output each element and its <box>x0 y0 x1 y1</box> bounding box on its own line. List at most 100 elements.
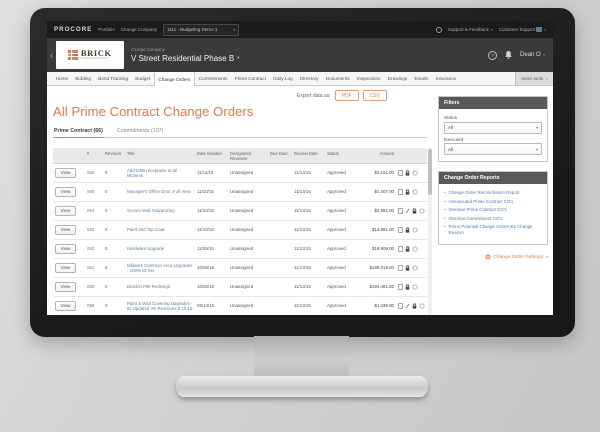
filters-panel-title: Filters <box>439 97 547 109</box>
tab-documents[interactable]: Documents <box>322 72 353 85</box>
co-number: 065 <box>87 189 95 195</box>
screen: PROCORE Portfolio Change Company 1111 - … <box>47 21 553 315</box>
attachment-icon[interactable] <box>405 208 410 214</box>
support-feedback-menu[interactable]: Support & Feedback ▾ <box>448 27 493 32</box>
gear-icon[interactable] <box>412 170 418 176</box>
co-title-link[interactable]: Millwork Common Area Upgrades - 100% ID … <box>125 261 195 276</box>
amount: $13,881.00 <box>372 227 394 233</box>
table-row: View 064 0 Screen Wall Galvanizing 11/10/15 U… <box>53 202 427 222</box>
help-icon[interactable]: ? <box>488 50 498 60</box>
page-tab-0[interactable]: Prime Contract (66) <box>53 126 104 138</box>
column-header: Revision <box>105 150 122 156</box>
tab-inspections[interactable]: Inspections <box>353 72 384 85</box>
document-icon[interactable] <box>398 284 403 290</box>
tab-drawings[interactable]: Drawings <box>384 72 411 85</box>
project-selector-dropdown[interactable]: 1111 - Budgeting Demo 1 ▾ <box>163 23 240 36</box>
co-title-link[interactable]: Screen Wall Galvanizing <box>125 206 195 215</box>
change-company-label[interactable]: Change Company <box>131 47 239 52</box>
co-title-link[interactable]: Paint & Wall Covering Upgrades - ID Upda… <box>125 299 195 314</box>
lock-icon <box>405 189 410 195</box>
gear-icon[interactable] <box>412 189 418 195</box>
report-link[interactable]: Overdue Commitment CO's <box>449 216 503 222</box>
document-icon[interactable] <box>398 303 403 309</box>
review-date: 11/13/15 <box>294 284 311 290</box>
co-revision: 0 <box>105 265 108 271</box>
tab-directory[interactable]: Directory <box>296 72 322 85</box>
more-tools-menu[interactable]: more tools ▾ <box>515 72 553 85</box>
tab-budget[interactable]: Budget <box>132 72 154 85</box>
co-title-link[interactable]: Hardware Upgrade <box>125 244 195 253</box>
export-label: Export data as: <box>297 92 331 99</box>
back-chevron-icon[interactable]: ‹ <box>50 50 53 60</box>
co-number: 064 <box>87 208 95 214</box>
gear-icon[interactable] <box>412 227 418 233</box>
gear-icon[interactable] <box>412 265 418 271</box>
view-button[interactable]: View <box>55 301 76 311</box>
view-button[interactable]: View <box>55 168 76 178</box>
view-button[interactable]: View <box>55 206 76 216</box>
tab-commitments[interactable]: Commitments <box>195 72 231 85</box>
tab-insurance[interactable]: Insurance <box>432 72 460 85</box>
co-title-link[interactable]: Manager's Office Door, Full View <box>125 187 195 196</box>
report-link[interactable]: Prime Potential Change Orders By Change … <box>449 224 542 235</box>
status: Approved <box>327 284 346 290</box>
tab-prime-contract[interactable]: Prime Contract <box>231 72 269 85</box>
customer-support-menu[interactable]: Customer Support ▾ <box>499 27 546 32</box>
tab-home[interactable]: Home <box>52 72 72 85</box>
co-title-link[interactable]: Bracket Pile Redesign <box>125 282 195 291</box>
due-date <box>268 190 292 194</box>
procore-logo: PROCORE <box>54 26 93 33</box>
gear-icon[interactable] <box>419 208 425 214</box>
view-button[interactable]: View <box>55 225 76 235</box>
review-date: 11/13/15 <box>294 170 311 176</box>
table-scrollbar[interactable] <box>428 148 432 315</box>
document-icon[interactable] <box>398 265 403 271</box>
user-menu[interactable]: Dean O ▾ <box>520 52 545 58</box>
designated-reviewer: Unassigned <box>230 227 254 233</box>
flag-badge-icon <box>536 27 543 32</box>
view-button[interactable]: View <box>55 282 76 292</box>
view-button[interactable]: View <box>55 263 76 273</box>
project-name-dropdown[interactable]: V Street Residential Phase B ▾ <box>131 54 239 63</box>
tab-bidding[interactable]: Bidding <box>72 72 95 85</box>
view-button[interactable]: View <box>55 187 76 197</box>
nav-change-company[interactable]: Change Company <box>121 27 157 32</box>
co-title-link[interactable]: Add USB receptacle to all kitchens <box>125 166 195 181</box>
co-title-link[interactable]: Paint 2nd Top Coat <box>125 225 195 234</box>
document-icon[interactable] <box>398 189 403 195</box>
document-icon[interactable] <box>398 227 403 233</box>
tab-daily-log[interactable]: Daily Log <box>270 72 297 85</box>
export-pdf-button[interactable]: PDF <box>334 90 359 101</box>
attachment-icon[interactable] <box>405 303 410 309</box>
tab-emails[interactable]: Emails <box>411 72 432 85</box>
tab-bond-tracking[interactable]: Bond Tracking <box>95 72 132 85</box>
page-tab-1[interactable]: Commitments (107) <box>116 126 165 137</box>
executed-filter-select[interactable]: All ▾ <box>444 143 542 155</box>
table-row: View 066 0 Add USB receptacle to all kitche… <box>53 164 427 184</box>
report-link[interactable]: Change Order Reconciliation Report <box>449 190 520 196</box>
gear-icon[interactable] <box>419 303 425 309</box>
change-order-settings-link[interactable]: Change Order Settings ▾ <box>438 254 548 260</box>
document-icon[interactable] <box>398 208 403 214</box>
bell-icon[interactable] <box>505 51 512 59</box>
nav-portfolio[interactable]: Portfolio <box>98 27 115 32</box>
notification-icon[interactable] <box>435 26 442 33</box>
gear-icon[interactable] <box>412 246 418 252</box>
export-csv-button[interactable]: CSV <box>362 90 387 101</box>
document-icon[interactable] <box>398 170 403 176</box>
status-filter-select[interactable]: All ▾ <box>444 121 542 134</box>
company-logo[interactable]: BRICK CONSTRUCTION <box>56 41 124 69</box>
gear-icon[interactable] <box>412 284 418 290</box>
main-content: Export data as: PDF CSV All Prime Contra… <box>47 86 553 315</box>
tab-change-orders[interactable]: Change Orders <box>153 72 195 86</box>
report-link[interactable]: Overdue Prime Contract CO's <box>449 207 507 213</box>
scrollbar-thumb[interactable] <box>428 149 432 195</box>
reports-list: • Change Order Reconciliation Report • Unex… <box>439 184 547 244</box>
bullet-icon: • <box>444 215 446 221</box>
status: Approved <box>327 246 346 252</box>
tool-tabs: Home Bidding Bond Tracking Budget Change Ord… <box>52 72 460 86</box>
column-header: Date Initiated <box>197 150 222 156</box>
document-icon[interactable] <box>398 246 403 252</box>
report-link[interactable]: Unexecuted Prime Contract CO's <box>449 199 514 205</box>
view-button[interactable]: View <box>55 244 76 254</box>
